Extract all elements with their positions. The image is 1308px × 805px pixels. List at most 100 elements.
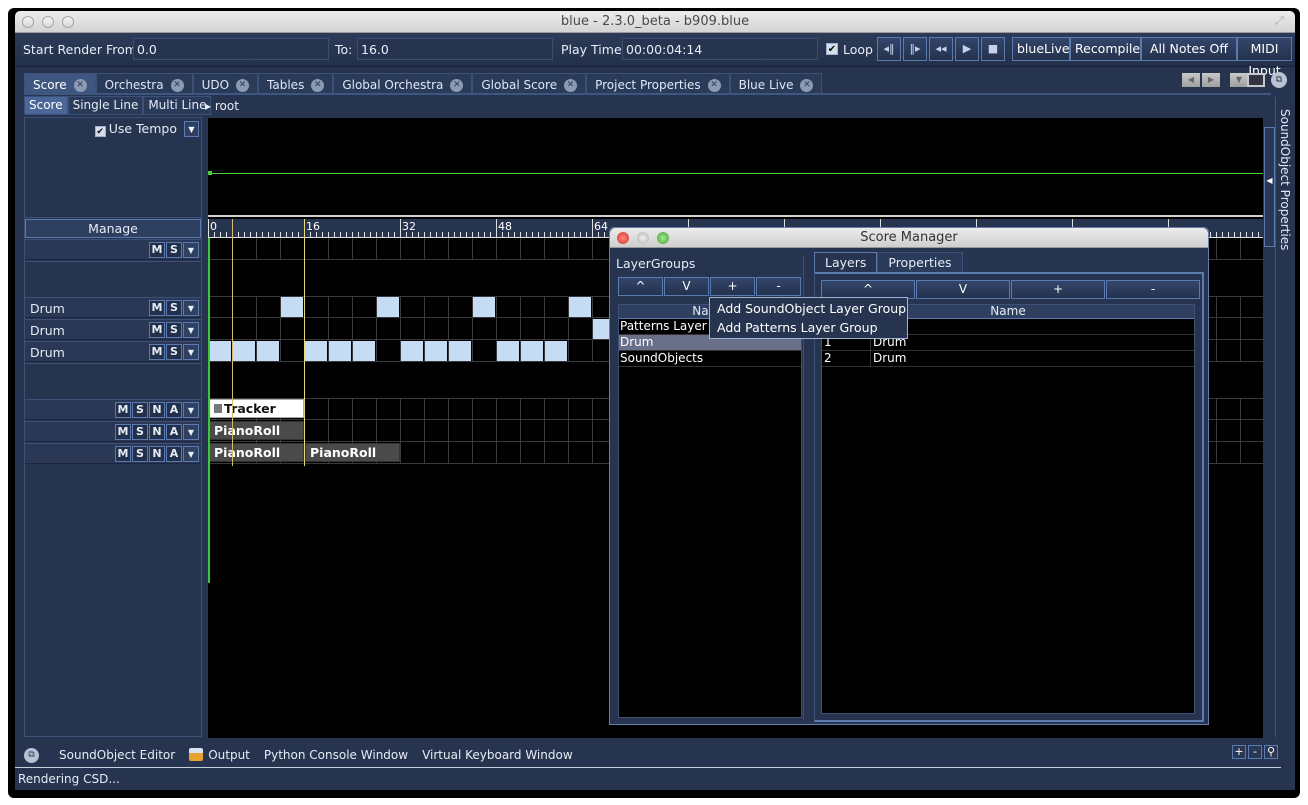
layer-menu-dropdown[interactable]: ▼ xyxy=(183,402,199,418)
play-time-field[interactable] xyxy=(622,38,818,60)
loop-checkbox[interactable]: ✔ xyxy=(826,43,838,55)
pattern-track[interactable]: Drum M S ▼ xyxy=(25,297,201,318)
solo-button[interactable]: S xyxy=(166,300,182,316)
pianoroll-soundobject[interactable]: PianoRoll xyxy=(209,421,304,440)
soundobject-layer[interactable]: M S N A ▼ xyxy=(25,421,201,442)
output-button[interactable]: Output xyxy=(189,748,250,762)
move-group-up-button[interactable]: ^ xyxy=(618,277,663,296)
solo-button[interactable]: S xyxy=(166,242,182,258)
pattern-step-active[interactable] xyxy=(425,341,447,361)
mute-button[interactable]: M xyxy=(149,242,165,258)
fullscreen-icon[interactable]: ⤢ xyxy=(1275,15,1287,27)
bluelive-button[interactable]: blueLive xyxy=(1012,37,1070,61)
mute-button[interactable]: M xyxy=(115,446,131,462)
menu-item-add-patterns-layer-group[interactable]: Add Patterns Layer Group xyxy=(710,319,907,338)
pattern-step-active[interactable] xyxy=(281,297,303,317)
start-render-field[interactable] xyxy=(133,38,329,60)
render-start-marker[interactable] xyxy=(232,219,233,466)
tab-global-score[interactable]: Global Score ✕ xyxy=(472,73,587,94)
render-end-marker[interactable] xyxy=(304,219,305,466)
tab-orchestra[interactable]: Orchestra ✕ xyxy=(95,73,193,94)
remove-group-button[interactable]: - xyxy=(756,277,801,296)
automation-button[interactable]: A xyxy=(166,424,182,440)
layer-menu-dropdown[interactable]: ▼ xyxy=(183,424,199,440)
play-button[interactable]: ▶ xyxy=(955,37,979,61)
tab-scroll-right-icon[interactable]: ▶ xyxy=(1202,73,1220,87)
track-menu-dropdown[interactable]: ▼ xyxy=(183,300,199,316)
mute-button[interactable]: M xyxy=(115,402,131,418)
collapse-tempo-icon[interactable]: ◀ xyxy=(1264,127,1275,247)
pianoroll-soundobject[interactable]: PianoRoll xyxy=(305,443,400,462)
midi-input-button[interactable]: MIDI Input xyxy=(1237,37,1292,78)
close-tab-icon[interactable]: ✕ xyxy=(73,78,87,92)
render-to-field[interactable] xyxy=(357,38,553,60)
float-window-icon[interactable]: ⧉ xyxy=(1271,72,1287,88)
close-tab-icon[interactable]: ✕ xyxy=(236,78,250,92)
tab-blue-live[interactable]: Blue Live ✕ xyxy=(729,73,823,94)
soundobject-properties-tab[interactable]: SoundObject Properties xyxy=(1278,109,1292,250)
solo-button[interactable]: S xyxy=(132,424,148,440)
pattern-step-active[interactable] xyxy=(377,297,399,317)
zoom-out-button[interactable]: - xyxy=(1248,745,1262,759)
tab-project-properties[interactable]: Project Properties ✕ xyxy=(586,73,730,94)
recompile-button[interactable]: Recompile xyxy=(1070,37,1141,61)
soundobject-layer[interactable]: M S N A ▼ xyxy=(25,443,201,464)
close-tab-icon[interactable]: ✕ xyxy=(707,78,721,92)
tracker-soundobject[interactable]: Tracker xyxy=(209,399,304,418)
zoom-in-button[interactable]: + xyxy=(1232,745,1246,759)
python-console-button[interactable]: Python Console Window xyxy=(264,748,408,762)
menu-item-add-soundobject-layer-group[interactable]: Add SoundObject Layer Group xyxy=(710,300,907,319)
close-tab-icon[interactable]: ✕ xyxy=(800,78,814,92)
pattern-track[interactable]: Drum M S ▼ xyxy=(25,319,201,340)
pattern-step-active[interactable] xyxy=(569,297,591,317)
pattern-step-active[interactable] xyxy=(497,341,519,361)
pattern-step-active[interactable] xyxy=(473,297,495,317)
tab-udo[interactable]: UDO ✕ xyxy=(192,73,259,94)
add-layer-button[interactable]: + xyxy=(1011,280,1105,299)
zoom-fit-icon[interactable]: ⚲ xyxy=(1264,745,1278,759)
tab-scroll-left-icon[interactable]: ◀ xyxy=(1182,73,1200,87)
tempo-editor[interactable] xyxy=(208,118,1263,217)
rewind-to-start-button[interactable]: ◂‖ xyxy=(877,37,901,61)
close-tab-icon[interactable]: ✕ xyxy=(311,78,325,92)
pattern-step-active[interactable] xyxy=(449,341,471,361)
stop-button[interactable]: ■ xyxy=(981,37,1005,61)
pianoroll-soundobject[interactable]: PianoRoll xyxy=(209,443,304,462)
soundobject-layer[interactable]: M S N A ▼ xyxy=(25,399,201,420)
tab-tables[interactable]: Tables ✕ xyxy=(258,73,334,94)
tab-list-dropdown-icon[interactable]: ▼ xyxy=(1230,73,1248,87)
mode-multi-line[interactable]: Multi Line xyxy=(143,96,212,115)
remove-layer-button[interactable]: - xyxy=(1106,280,1200,299)
pattern-step-active[interactable] xyxy=(329,341,351,361)
pattern-step-active[interactable] xyxy=(305,341,327,361)
tab-properties[interactable]: Properties xyxy=(877,252,963,272)
track-menu-dropdown[interactable]: ▼ xyxy=(183,344,199,360)
track-menu-dropdown[interactable]: ▼ xyxy=(183,322,199,338)
tempo-dropdown-button[interactable]: ▼ xyxy=(184,121,199,137)
tab-layers[interactable]: Layers xyxy=(814,252,878,272)
pattern-step-active[interactable] xyxy=(401,341,423,361)
mute-button[interactable]: M xyxy=(115,424,131,440)
tempo-point[interactable] xyxy=(208,171,212,175)
all-notes-off-button[interactable]: All Notes Off xyxy=(1141,37,1237,61)
pattern-step-active[interactable] xyxy=(257,341,279,361)
n-button[interactable]: N xyxy=(149,402,165,418)
virtual-keyboard-button[interactable]: Virtual Keyboard Window xyxy=(422,748,573,762)
pattern-step-active[interactable] xyxy=(353,341,375,361)
tab-score[interactable]: Score ✕ xyxy=(24,73,96,94)
pattern-step-active[interactable] xyxy=(521,341,543,361)
move-layer-down-button[interactable]: V xyxy=(916,280,1010,299)
step-forward-button[interactable]: ‖▸ xyxy=(903,37,927,61)
use-tempo-checkbox[interactable]: ✔ Use Tempo xyxy=(94,121,177,137)
close-tab-icon[interactable]: ✕ xyxy=(170,78,184,92)
add-group-button[interactable]: + xyxy=(710,277,755,296)
solo-button[interactable]: S xyxy=(132,446,148,462)
close-tab-icon[interactable]: ✕ xyxy=(450,78,464,92)
mode-score[interactable]: Score xyxy=(24,96,68,115)
mode-single-line[interactable]: Single Line xyxy=(67,96,144,115)
breadcrumb[interactable]: ▸ root xyxy=(205,99,239,113)
mute-button[interactable]: M xyxy=(149,344,165,360)
close-tab-icon[interactable]: ✕ xyxy=(564,78,578,92)
move-group-down-button[interactable]: V xyxy=(664,277,709,296)
automation-button[interactable]: A xyxy=(166,402,182,418)
